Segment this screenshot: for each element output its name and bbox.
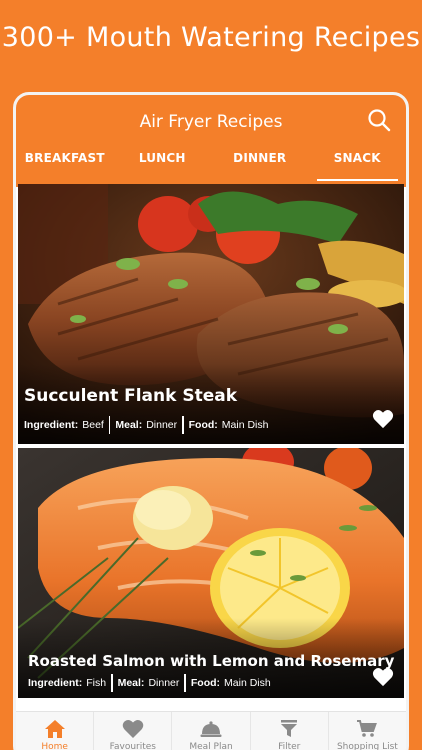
phone-frame: Air Fryer Recipes BREAKFAST LUNCH DINNER… bbox=[13, 92, 409, 750]
nav-label: Shopping List bbox=[336, 742, 398, 750]
food-label: Food: bbox=[190, 677, 221, 689]
meal-value: Dinner bbox=[146, 419, 178, 431]
ingredient-label: Ingredient: bbox=[24, 419, 79, 431]
recipe-title: Succulent Flank Steak bbox=[24, 386, 238, 406]
meta-divider bbox=[184, 674, 186, 692]
food-value: Main Dish bbox=[224, 677, 271, 689]
favorite-heart-icon[interactable] bbox=[372, 408, 394, 430]
app-bar: Air Fryer Recipes BREAKFAST LUNCH DINNER… bbox=[16, 95, 406, 187]
search-icon[interactable] bbox=[366, 107, 392, 133]
nav-shopping-list[interactable]: Shopping List bbox=[329, 712, 406, 750]
nav-label: Filter bbox=[278, 742, 301, 750]
nav-favourites[interactable]: Favourites bbox=[94, 712, 173, 750]
cloche-icon bbox=[200, 721, 222, 737]
tab-breakfast[interactable]: BREAKFAST bbox=[16, 151, 114, 177]
meta-divider bbox=[182, 416, 184, 434]
recipe-meta: Ingredient: Fish Meal: Dinner Food: Main… bbox=[28, 674, 271, 692]
nav-label: Home bbox=[41, 742, 68, 750]
tab-lunch[interactable]: LUNCH bbox=[114, 151, 212, 177]
food-value: Main Dish bbox=[221, 419, 269, 431]
ingredient-value: Beef bbox=[82, 419, 104, 431]
cart-icon bbox=[357, 720, 378, 737]
recipe-card[interactable]: Succulent Flank Steak Ingredient: Beef M… bbox=[18, 184, 404, 444]
nav-home[interactable]: Home bbox=[16, 712, 95, 750]
filter-icon bbox=[281, 720, 298, 737]
food-label: Food: bbox=[188, 419, 218, 431]
meta-divider bbox=[111, 674, 113, 692]
nav-label: Meal Plan bbox=[189, 742, 233, 750]
ingredient-value: Fish bbox=[86, 677, 107, 689]
tab-dinner[interactable]: DINNER bbox=[211, 151, 309, 177]
recipe-card[interactable]: Roasted Salmon with Lemon and Rosemary I… bbox=[18, 448, 404, 698]
bottom-nav: Home Favourites Meal Plan Filter Shoppin… bbox=[16, 711, 406, 750]
category-tabs: BREAKFAST LUNCH DINNER SNACK bbox=[16, 151, 407, 181]
home-icon bbox=[44, 720, 65, 738]
meta-divider bbox=[108, 416, 111, 434]
nav-filter[interactable]: Filter bbox=[251, 712, 329, 750]
nav-label: Favourites bbox=[109, 742, 156, 750]
favorite-heart-icon[interactable] bbox=[372, 666, 394, 688]
meal-label: Meal: bbox=[115, 419, 143, 431]
heart-icon bbox=[122, 719, 144, 738]
meal-value: Dinner bbox=[148, 677, 180, 689]
tab-snack[interactable]: SNACK bbox=[309, 151, 407, 181]
meal-label: Meal: bbox=[117, 677, 145, 689]
ingredient-label: Ingredient: bbox=[28, 677, 83, 689]
promo-headline: 300+ Mouth Watering Recipes bbox=[1, 22, 421, 53]
nav-meal-plan[interactable]: Meal Plan bbox=[172, 712, 251, 750]
app-title: Air Fryer Recipes bbox=[139, 112, 283, 132]
recipe-meta: Ingredient: Beef Meal: Dinner Food: Main… bbox=[24, 416, 268, 434]
recipe-title: Roasted Salmon with Lemon and Rosemary bbox=[28, 652, 395, 670]
